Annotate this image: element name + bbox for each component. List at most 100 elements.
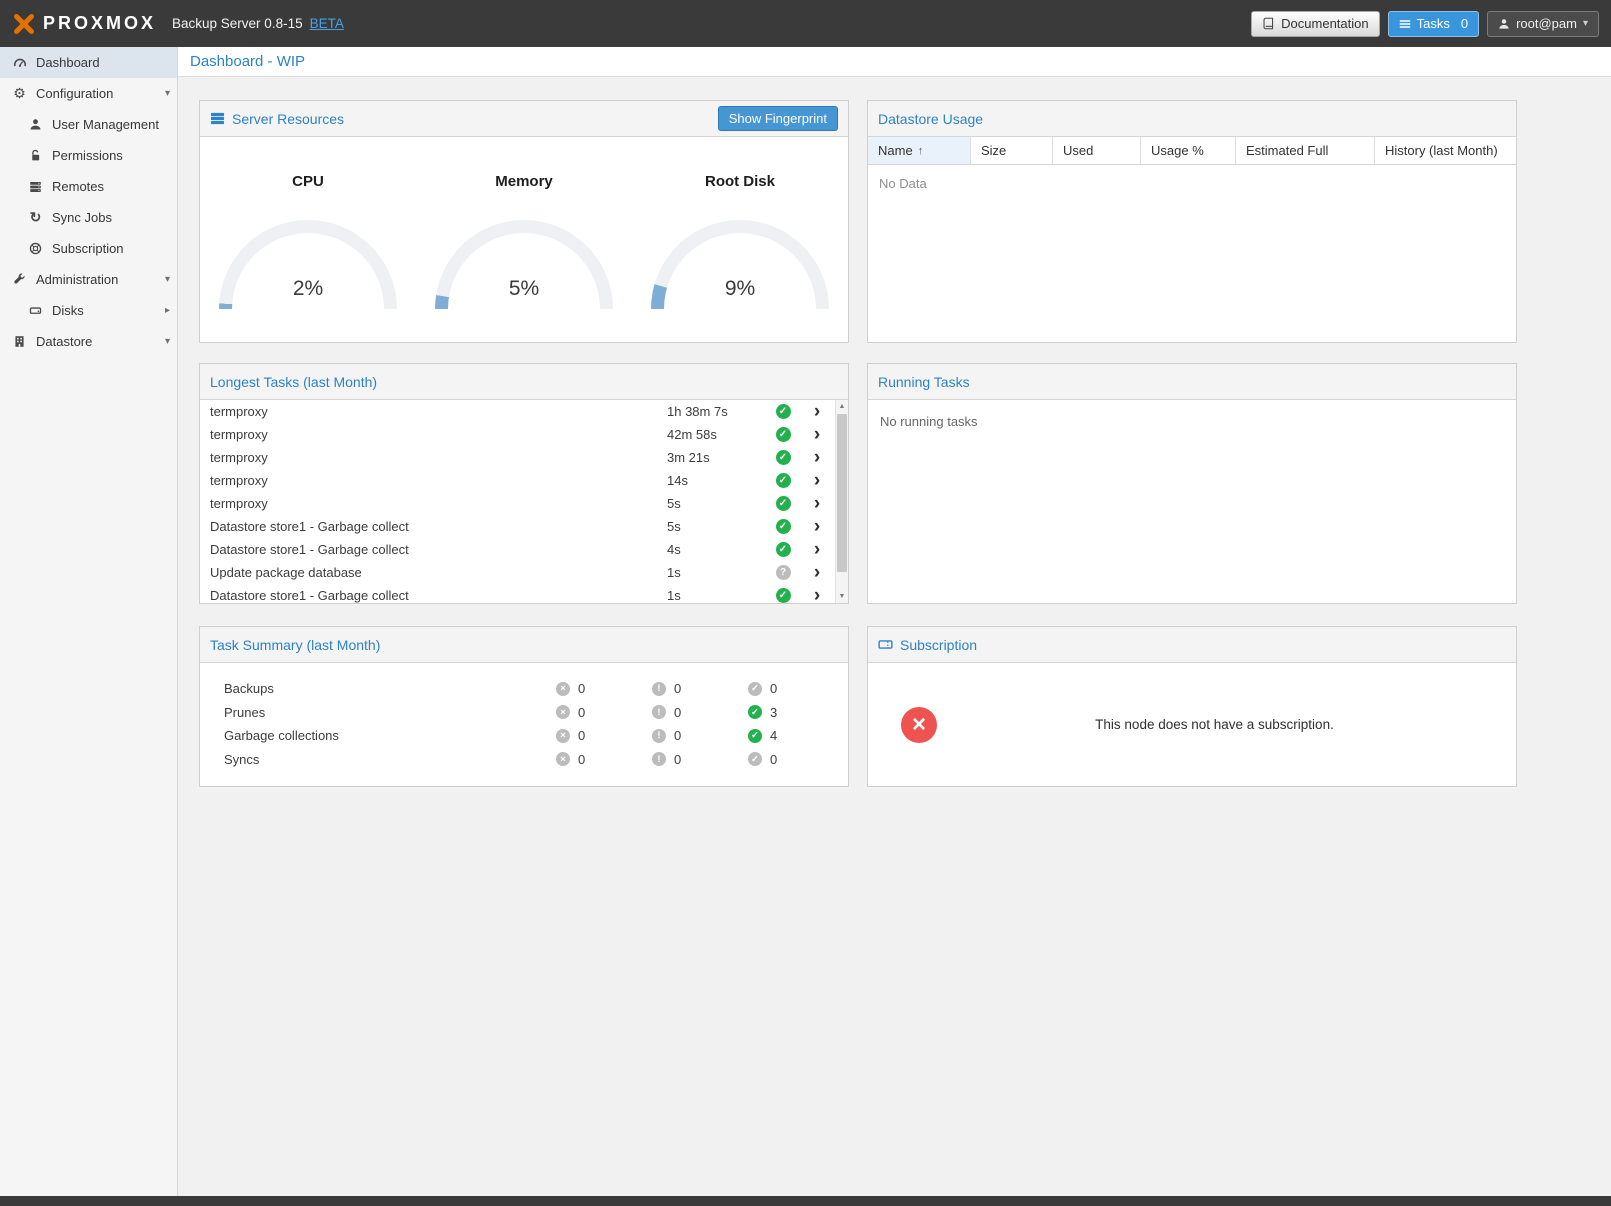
warning-count-icon: ! bbox=[652, 682, 666, 696]
column-header-size[interactable]: Size bbox=[971, 137, 1053, 164]
sidebar-item-permissions[interactable]: Permissions bbox=[0, 140, 177, 171]
task-name: Datastore store1 - Garbage collect bbox=[210, 519, 667, 534]
scrollbar-thumb[interactable] bbox=[837, 414, 847, 572]
user-icon bbox=[26, 118, 45, 131]
tasks-rows: termproxy 1h 38m 7s ✓ › termproxy 42m 58… bbox=[200, 400, 835, 603]
chevron-right-icon[interactable]: › bbox=[799, 563, 835, 582]
column-label: History (last Month) bbox=[1385, 143, 1498, 158]
sidebar-item-label: Disks bbox=[52, 303, 84, 318]
user-menu-button[interactable]: root@pam ▾ bbox=[1487, 11, 1599, 37]
ok-count: 0 bbox=[770, 681, 777, 696]
bottom-edge bbox=[0, 1196, 1611, 1206]
chevron-right-icon[interactable]: › bbox=[799, 517, 835, 536]
chevron-right-icon[interactable]: › bbox=[799, 540, 835, 559]
scroll-down-icon[interactable]: ▼ bbox=[836, 590, 848, 603]
collapse-caret-icon[interactable]: ▾ bbox=[165, 88, 170, 99]
panel-header: Subscription bbox=[868, 627, 1516, 663]
task-duration: 5s bbox=[667, 519, 767, 534]
error-count: 0 bbox=[578, 752, 585, 767]
ticket-icon bbox=[878, 637, 893, 652]
tasks-button[interactable]: Tasks 0 bbox=[1388, 11, 1479, 37]
task-row[interactable]: termproxy 5s ✓ › bbox=[200, 492, 835, 515]
task-row[interactable]: Datastore store1 - Garbage collect 5s ✓ … bbox=[200, 515, 835, 538]
chevron-right-icon[interactable]: › bbox=[799, 425, 835, 444]
subscription-body: × This node does not have a subscription… bbox=[868, 663, 1516, 786]
gauge-value: 5% bbox=[435, 277, 613, 301]
column-header-estimated-full[interactable]: Estimated Full bbox=[1236, 137, 1375, 164]
column-header-usage-pct[interactable]: Usage % bbox=[1141, 137, 1236, 164]
column-header-name[interactable]: Name ↑ bbox=[868, 137, 971, 164]
chevron-right-icon[interactable]: › bbox=[799, 586, 835, 603]
task-name: termproxy bbox=[210, 473, 667, 488]
warning-count: 0 bbox=[674, 681, 681, 696]
sidebar-item-disks[interactable]: Disks ▸ bbox=[0, 295, 177, 326]
dashboard-gauge-icon bbox=[10, 56, 29, 70]
dashboard-content: Server Resources Show Fingerprint CPU 2%… bbox=[178, 77, 1611, 1196]
sidebar-item-remotes[interactable]: Remotes bbox=[0, 171, 177, 202]
warning-count: 0 bbox=[674, 728, 681, 743]
server-resources-panel: Server Resources Show Fingerprint CPU 2%… bbox=[199, 100, 849, 343]
product-version: Backup Server 0.8-15 bbox=[172, 16, 303, 31]
gauge-label: CPU bbox=[292, 173, 324, 190]
task-name: Update package database bbox=[210, 565, 667, 580]
sidebar-item-subscription[interactable]: Subscription bbox=[0, 233, 177, 264]
ok-count-icon: ✓ bbox=[748, 752, 762, 766]
error-count: 0 bbox=[578, 705, 585, 720]
gauge-dial: 9% bbox=[651, 220, 829, 309]
sidebar-item-sync-jobs[interactable]: ↻ Sync Jobs bbox=[0, 202, 177, 233]
chevron-right-icon[interactable]: › bbox=[799, 448, 835, 467]
hdd-icon bbox=[26, 304, 45, 317]
no-data-text: No Data bbox=[868, 165, 1516, 202]
error-count: 0 bbox=[578, 728, 585, 743]
summary-label: Syncs bbox=[224, 752, 556, 767]
scroll-up-icon[interactable]: ▲ bbox=[836, 400, 848, 413]
status-ok-icon: ✓ bbox=[776, 519, 791, 534]
task-name: termproxy bbox=[210, 496, 667, 511]
chevron-right-icon[interactable]: › bbox=[799, 402, 835, 421]
error-count-icon: × bbox=[556, 682, 570, 696]
sidebar-item-dashboard[interactable]: Dashboard bbox=[0, 47, 177, 78]
grid-header: Name ↑ Size Used Usage % Estimated Full … bbox=[868, 137, 1516, 165]
sidebar-item-label: Dashboard bbox=[36, 55, 100, 70]
beta-link[interactable]: BETA bbox=[310, 16, 344, 31]
task-row[interactable]: Update package database 1s ? › bbox=[200, 561, 835, 584]
sidebar-item-label: Subscription bbox=[52, 241, 124, 256]
show-fingerprint-button[interactable]: Show Fingerprint bbox=[718, 106, 838, 131]
task-row[interactable]: termproxy 3m 21s ✓ › bbox=[200, 446, 835, 469]
task-row[interactable]: Datastore store1 - Garbage collect 1s ✓ … bbox=[200, 584, 835, 603]
column-label: Usage % bbox=[1151, 143, 1204, 158]
column-header-history[interactable]: History (last Month) bbox=[1375, 137, 1516, 164]
task-row[interactable]: termproxy 42m 58s ✓ › bbox=[200, 423, 835, 446]
cpu-gauge: CPU 2% bbox=[200, 137, 416, 309]
status-ok-icon: ✓ bbox=[776, 542, 791, 557]
chevron-right-icon[interactable]: › bbox=[799, 494, 835, 513]
panel-header: Task Summary (last Month) bbox=[200, 627, 848, 663]
warning-count-icon: ! bbox=[652, 705, 666, 719]
task-row[interactable]: termproxy 14s ✓ › bbox=[200, 469, 835, 492]
scrollbar[interactable]: ▲ ▼ bbox=[835, 400, 848, 603]
sidebar-item-administration[interactable]: Administration ▾ bbox=[0, 264, 177, 295]
collapse-caret-icon[interactable]: ▾ bbox=[165, 336, 170, 347]
gauge-value: 9% bbox=[651, 277, 829, 301]
top-bar: PROXMOX Backup Server 0.8-15 BETA Docume… bbox=[0, 0, 1611, 47]
panel-header: Longest Tasks (last Month) bbox=[200, 364, 848, 400]
sidebar-item-user-management[interactable]: User Management bbox=[0, 109, 177, 140]
status-ok-icon: ✓ bbox=[776, 496, 791, 511]
warning-count: 0 bbox=[674, 705, 681, 720]
memory-gauge: Memory 5% bbox=[416, 137, 632, 309]
summary-row: Prunes ×0 !0 ✓3 bbox=[200, 701, 848, 725]
error-count-icon: × bbox=[556, 752, 570, 766]
ok-count: 3 bbox=[770, 705, 777, 720]
documentation-button[interactable]: Documentation bbox=[1251, 11, 1379, 37]
chevron-right-icon[interactable]: › bbox=[799, 471, 835, 490]
task-list-icon bbox=[1399, 18, 1411, 30]
collapse-caret-icon[interactable]: ▾ bbox=[165, 274, 170, 285]
panel-title: Datastore Usage bbox=[878, 111, 983, 127]
sidebar-item-configuration[interactable]: ⚙ Configuration ▾ bbox=[0, 78, 177, 109]
expand-caret-icon[interactable]: ▸ bbox=[165, 305, 170, 316]
task-row[interactable]: Datastore store1 - Garbage collect 4s ✓ … bbox=[200, 538, 835, 561]
column-header-used[interactable]: Used bbox=[1053, 137, 1141, 164]
caret-down-icon: ▾ bbox=[1583, 19, 1588, 29]
task-row[interactable]: termproxy 1h 38m 7s ✓ › bbox=[200, 400, 835, 423]
sidebar-item-datastore[interactable]: Datastore ▾ bbox=[0, 326, 177, 357]
